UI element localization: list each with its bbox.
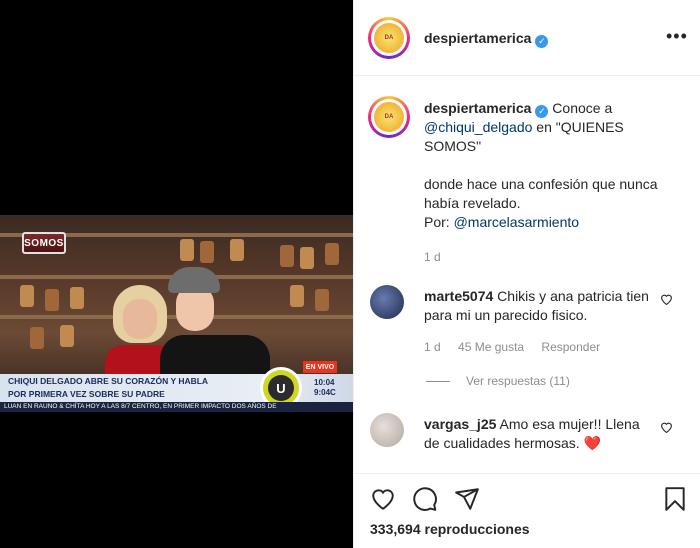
comment-meta: 1 d 45 Me gusta Responder [424,340,614,354]
heart-icon[interactable] [370,486,396,512]
jar [45,289,59,311]
post-time[interactable]: 1 d [424,248,674,267]
header-username[interactable]: despiertamerica [424,30,531,46]
share-icon[interactable] [454,486,480,512]
headline-line-1: CHIQUI DELGADO ABRE SU CORAZÓN Y HABLA [8,376,209,386]
jar [300,247,314,269]
jar [290,285,304,307]
jar [180,239,194,261]
comment-text-wrap: marte5074 Chikis y ana patricia tien par… [424,287,654,325]
clock-line-2: 9:04C [314,388,336,397]
view-replies-button[interactable]: Ver respuestas (11) [426,374,570,388]
headline-line-2: POR PRIMERA VEZ SOBRE SU PADRE [8,389,165,399]
comment-likes[interactable]: 45 Me gusta [458,340,524,354]
comment-icon[interactable] [412,486,438,512]
jar [315,289,329,311]
clock: 10:04 9:04C [314,378,336,398]
mention-link[interactable]: @marcelasarmiento [454,214,579,230]
comment-username[interactable]: vargas_j25 [424,416,496,432]
header-username-wrap: despiertamerica ✓ [424,30,549,48]
clock-line-1: 10:04 [314,378,335,387]
view-count: 333,694 reproducciones [370,521,530,537]
news-ticker: LUAN EN RAUNO & CHÍTA HOY A LAS 8/7 CENT… [0,402,353,412]
comment-time: 1 d [424,340,441,354]
view-replies-label: Ver respuestas (11) [466,374,570,388]
show-badge: SOMOS [22,232,66,254]
post-side-panel: DA despiertamerica ✓ ••• DA despiertameri… [353,0,700,548]
caption-intro: Conoce a [552,100,613,116]
jar [280,245,294,267]
caption-username[interactable]: despiertamerica [424,100,531,116]
post-actions: 333,694 reproducciones [354,473,700,548]
bookmark-icon[interactable] [662,486,688,512]
post-header: DA despiertamerica ✓ ••• [354,0,700,76]
divider [426,380,450,382]
post-caption: despiertamerica ✓ Conoce a @chiqui_delgad… [424,99,674,267]
jar [230,239,244,261]
commenter-avatar[interactable] [370,285,404,319]
verified-icon: ✓ [535,35,549,48]
like-comment-icon[interactable] [660,293,673,308]
jar [30,327,44,349]
more-options-icon[interactable]: ••• [666,26,688,47]
jar [325,243,339,265]
like-comment-icon[interactable] [660,421,673,436]
jar [20,285,34,307]
verified-icon: ✓ [535,105,549,118]
comment-username[interactable]: marte5074 [424,288,493,304]
comment-text-wrap: vargas_j25 Amo esa mujer!! Llena de cual… [424,415,654,453]
caption-avatar[interactable]: DA [368,96,410,138]
heart-emoji: ❤️ [583,435,601,451]
video-pane[interactable]: SOMOS EN VIVO CHIQUI DELGADO ABRE SU COR… [0,0,353,548]
jar [60,325,74,347]
account-avatar[interactable]: DA [368,17,410,59]
caption-body: donde hace una confesión que nunca había… [424,176,658,211]
jar [70,287,84,309]
commenter-avatar[interactable] [370,413,404,447]
reply-button[interactable]: Responder [541,340,600,354]
mention-link[interactable]: @chiqui_delgado [424,119,532,135]
live-badge: EN VIVO [303,361,337,373]
caption-by: Por: [424,214,450,230]
jar [200,241,214,263]
video-frame[interactable]: SOMOS EN VIVO CHIQUI DELGADO ABRE SU COR… [0,215,353,412]
